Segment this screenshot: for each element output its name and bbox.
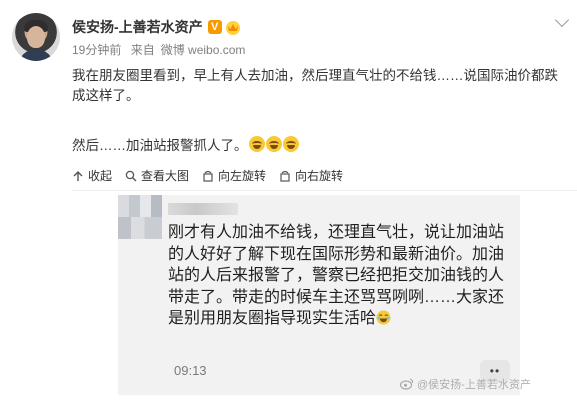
laugh-cry-emoji-icon (376, 310, 391, 325)
post-text-line2: 然后……加油站报警抓人了。 (72, 138, 248, 153)
rotate-left-label: 向左旋转 (218, 169, 267, 183)
weibo-watermark: @侯安扬-上善若水资产 (400, 376, 531, 392)
chevron-down-icon[interactable] (554, 12, 570, 28)
blurred-avatar (118, 195, 162, 239)
divider (72, 190, 577, 191)
rotate-left-button[interactable]: 向左旋转 (202, 167, 266, 184)
post-time[interactable]: 19分钟前 (72, 43, 121, 57)
arrow-up-icon (73, 170, 83, 181)
collapse-button[interactable]: 收起 (72, 167, 112, 184)
collapse-label: 收起 (88, 169, 113, 183)
rotate-right-label: 向右旋转 (295, 169, 344, 183)
rotate-right-icon (280, 170, 290, 182)
post-source[interactable]: 微博 weibo.com (161, 43, 246, 57)
blurred-name (168, 203, 238, 215)
author-avatar[interactable] (12, 13, 60, 61)
magnify-icon (125, 170, 137, 181)
moments-text-body: 刚才有人加油不给钱，还理直气壮，说让加油站的人好好了解下现在国际形势和最新油价。… (168, 224, 505, 327)
moments-time: 09:13 (174, 363, 207, 378)
rotate-right-button[interactable]: 向右旋转 (279, 167, 343, 184)
source-prefix: 来自 (130, 43, 155, 57)
author-name[interactable]: 侯安扬-上善若水资产 (72, 17, 203, 37)
view-large-label: 查看大图 (141, 169, 190, 183)
vip-badge-icon: V (207, 20, 222, 34)
post-image-card[interactable]: 刚才有人加油不给钱，还理直气壮，说让加油站的人好好了解下现在国际形势和最新油价。… (118, 195, 520, 395)
avatar-face (27, 26, 45, 48)
post-text-second: 然后……加油站报警抓人了。 (72, 134, 299, 154)
view-large-button[interactable]: 查看大图 (125, 167, 189, 184)
author-row: 侯安扬-上善若水资产 V (72, 17, 241, 37)
laugh-cry-emoji-icon (248, 136, 265, 152)
member-crown-icon (225, 20, 241, 35)
image-toolbar: 收起 查看大图 向左旋转 向右旋转 (72, 167, 356, 184)
watermark-text: @侯安扬-上善若水资产 (417, 379, 531, 391)
post-text: 我在朋友圈里看到，早上有人去加油，然后理直气壮的不给钱……说国际油价都跌成这样了… (72, 68, 558, 103)
laugh-cry-emoji-icon (282, 136, 299, 152)
rotate-left-icon (203, 170, 213, 182)
blurred-avatar-lower (118, 217, 162, 239)
weibo-logo-icon (400, 378, 414, 390)
moments-text: 刚才有人加油不给钱，还理直气壮，说让加油站的人好好了解下现在国际形势和最新油价。… (168, 222, 504, 330)
avatar-shirt (18, 49, 54, 61)
laugh-cry-emoji-icon (265, 136, 282, 152)
post-meta: 19分钟前 来自 微博 weibo.com (72, 41, 251, 58)
